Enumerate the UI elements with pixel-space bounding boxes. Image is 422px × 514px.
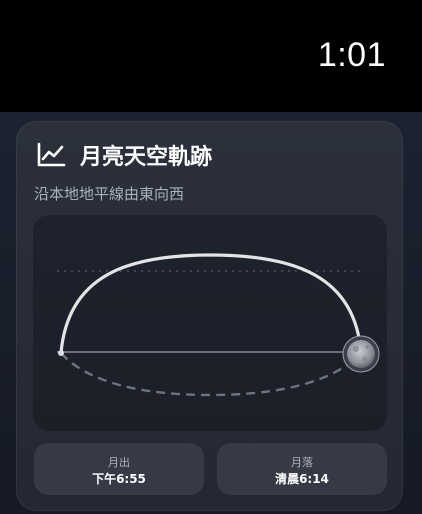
moonrise-label: 月出 xyxy=(108,456,130,469)
moon-icon xyxy=(347,340,375,368)
status-time: 1:01 xyxy=(317,36,386,74)
card-subtitle: 沿本地地平線由東向西 xyxy=(34,185,185,203)
sky-path-graphic xyxy=(57,253,380,397)
card-header: 月亮天空軌跡 xyxy=(36,139,212,171)
moon-rise-point xyxy=(58,350,64,356)
moonset-time: 清晨6:14 xyxy=(275,472,329,486)
moonset-box: 月落 清晨6:14 xyxy=(217,443,387,495)
moonrise-box: 月出 下午6:55 xyxy=(34,443,204,495)
moon-sky-path-card: 月亮天空軌跡 沿本地地平線由東向西 東 xyxy=(16,121,403,511)
line-chart-icon xyxy=(37,142,66,167)
card-title: 月亮天空軌跡 xyxy=(80,145,213,170)
status-bar: 1:01 xyxy=(0,0,422,112)
below-horizon-path xyxy=(60,352,362,397)
moonrise-time: 下午6:55 xyxy=(92,472,146,486)
moonset-label: 月落 xyxy=(291,456,313,469)
sky-path-chart: 東 西 xyxy=(33,215,387,431)
above-horizon-arc xyxy=(59,253,363,355)
